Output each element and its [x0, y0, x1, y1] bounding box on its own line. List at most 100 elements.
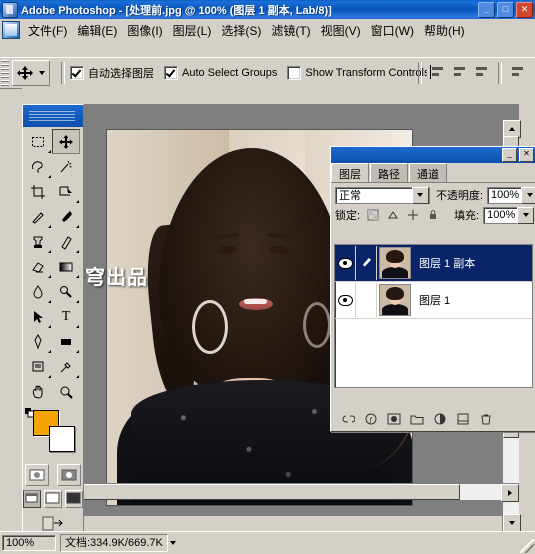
menu-window[interactable]: 窗口(W): [366, 20, 419, 41]
eraser-tool[interactable]: [24, 254, 52, 279]
opacity-chevron-down-icon[interactable]: [521, 186, 535, 204]
menu-select[interactable]: 选择(S): [216, 20, 266, 41]
status-chevron-right-icon[interactable]: [169, 541, 176, 545]
auto-select-groups-option[interactable]: Auto Select Groups: [164, 66, 277, 80]
menu-layer[interactable]: 图层(L): [168, 20, 217, 41]
menu-help[interactable]: 帮助(H): [419, 20, 470, 41]
layers-palette-title-bar[interactable]: _ ✕: [331, 147, 535, 163]
standard-mask-mode-button[interactable]: [25, 464, 49, 486]
options-bar-grip[interactable]: [1, 60, 9, 86]
history-brush-tool[interactable]: [52, 229, 80, 254]
tool-preset-picker[interactable]: [12, 60, 50, 86]
eye-icon[interactable]: [337, 257, 353, 269]
layer-thumbnail-cell[interactable]: [377, 246, 413, 280]
opacity-field[interactable]: 100%: [487, 186, 535, 204]
slice-tool[interactable]: [52, 179, 80, 204]
layer-visibility-cell[interactable]: [335, 246, 356, 280]
menu-filter[interactable]: 滤镜(T): [266, 20, 315, 41]
layer-name[interactable]: 图层 1 副本: [413, 255, 475, 271]
delete-layer-button[interactable]: [478, 412, 494, 427]
menu-edit[interactable]: 编辑(E): [72, 20, 122, 41]
eye-icon[interactable]: [337, 294, 353, 306]
layer-list[interactable]: 图层 1 副本 图层 1: [334, 244, 533, 388]
path-selection-tool[interactable]: [24, 304, 52, 329]
align-top-edges-button[interactable]: [427, 61, 449, 85]
crop-tool[interactable]: [24, 179, 52, 204]
fill-chevron-down-icon[interactable]: [517, 206, 535, 224]
quick-mask-mode-button[interactable]: [57, 464, 81, 486]
dodge-tool[interactable]: [52, 279, 80, 304]
background-color-swatch[interactable]: [49, 426, 75, 452]
distribute-button[interactable]: [507, 61, 529, 85]
shape-tool[interactable]: [52, 329, 80, 354]
layer-brush-cell[interactable]: [356, 283, 377, 317]
lock-image-pixels-icon[interactable]: [384, 206, 402, 224]
blend-mode-combo[interactable]: 正常: [335, 186, 430, 204]
fill-field[interactable]: 100%: [483, 206, 535, 224]
full-screen-mode-button[interactable]: [65, 490, 83, 508]
layer-style-button[interactable]: ƒ: [363, 412, 379, 427]
menu-file[interactable]: 文件(F): [23, 20, 72, 41]
hand-tool[interactable]: [24, 379, 52, 404]
show-transform-controls-checkbox[interactable]: [287, 66, 302, 80]
document-horizontal-scrollbar[interactable]: [22, 483, 519, 502]
palette-minimize-button[interactable]: _: [502, 148, 517, 162]
show-transform-controls-option[interactable]: Show Transform Controls: [287, 66, 430, 80]
menu-view[interactable]: 视图(V): [316, 20, 366, 41]
blur-tool[interactable]: [24, 279, 52, 304]
standard-screen-mode-button[interactable]: [23, 490, 41, 508]
toolbox-title-bar[interactable]: [23, 105, 83, 127]
link-layers-button[interactable]: [340, 412, 356, 427]
lock-row: 锁定: 填充: 100%: [331, 205, 535, 225]
palette-close-button[interactable]: ✕: [519, 148, 534, 162]
table-row[interactable]: 图层 1: [335, 282, 532, 319]
tab-layers[interactable]: 图层: [331, 163, 369, 182]
gradient-tool[interactable]: [52, 254, 80, 279]
full-screen-menubar-mode-button[interactable]: [44, 490, 62, 508]
maximize-button[interactable]: □: [497, 2, 514, 18]
blend-mode-chevron-down-icon[interactable]: [411, 186, 429, 204]
brush-tool[interactable]: [52, 204, 80, 229]
lock-transparent-pixels-icon[interactable]: [364, 206, 382, 224]
auto-select-layer-option[interactable]: 自动选择图层: [70, 65, 154, 81]
zoom-tool[interactable]: [52, 379, 80, 404]
tab-channels[interactable]: 通道: [409, 163, 447, 182]
scroll-right-button[interactable]: [501, 484, 519, 502]
layer-brush-cell[interactable]: [356, 246, 377, 280]
eyedropper-tool[interactable]: [52, 354, 80, 379]
document-size-info[interactable]: 文档:334.9K/669.7K: [60, 534, 168, 552]
align-bottom-edges-button[interactable]: [471, 61, 493, 85]
scroll-down-button[interactable]: [503, 514, 521, 532]
type-tool[interactable]: T: [52, 304, 80, 329]
lasso-tool[interactable]: [24, 154, 52, 179]
pen-tool[interactable]: [24, 329, 52, 354]
adjustment-layer-button[interactable]: [432, 412, 448, 427]
close-button[interactable]: ✕: [516, 2, 533, 18]
tab-paths[interactable]: 路径: [370, 163, 408, 182]
notes-tool[interactable]: [24, 354, 52, 379]
zoom-level-field[interactable]: 100%: [2, 535, 56, 551]
minimize-button[interactable]: _: [478, 2, 495, 18]
healing-brush-tool[interactable]: [24, 204, 52, 229]
marquee-tool[interactable]: [24, 129, 52, 154]
auto-select-groups-checkbox[interactable]: [164, 66, 178, 80]
clone-stamp-tool[interactable]: [24, 229, 52, 254]
layer-name[interactable]: 图层 1: [413, 292, 450, 308]
magic-wand-tool[interactable]: [52, 154, 80, 179]
move-tool[interactable]: [52, 129, 80, 154]
layer-mask-button[interactable]: [386, 412, 402, 427]
lock-all-icon[interactable]: [424, 206, 442, 224]
horizontal-scroll-thumb[interactable]: [38, 484, 460, 500]
new-layer-button[interactable]: [455, 412, 471, 427]
table-row[interactable]: 图层 1 副本: [335, 245, 532, 282]
auto-select-layer-checkbox[interactable]: [70, 66, 84, 80]
lock-position-icon[interactable]: [404, 206, 422, 224]
layer-thumbnail-cell[interactable]: [377, 283, 413, 317]
layer-visibility-cell[interactable]: [335, 283, 356, 317]
resize-grip[interactable]: [520, 539, 534, 553]
align-vertical-centers-button[interactable]: [449, 61, 471, 85]
menu-image[interactable]: 图像(I): [122, 20, 167, 41]
horizontal-scroll-track[interactable]: [38, 484, 503, 500]
new-group-button[interactable]: [409, 412, 425, 427]
align-buttons-group: [413, 61, 529, 85]
